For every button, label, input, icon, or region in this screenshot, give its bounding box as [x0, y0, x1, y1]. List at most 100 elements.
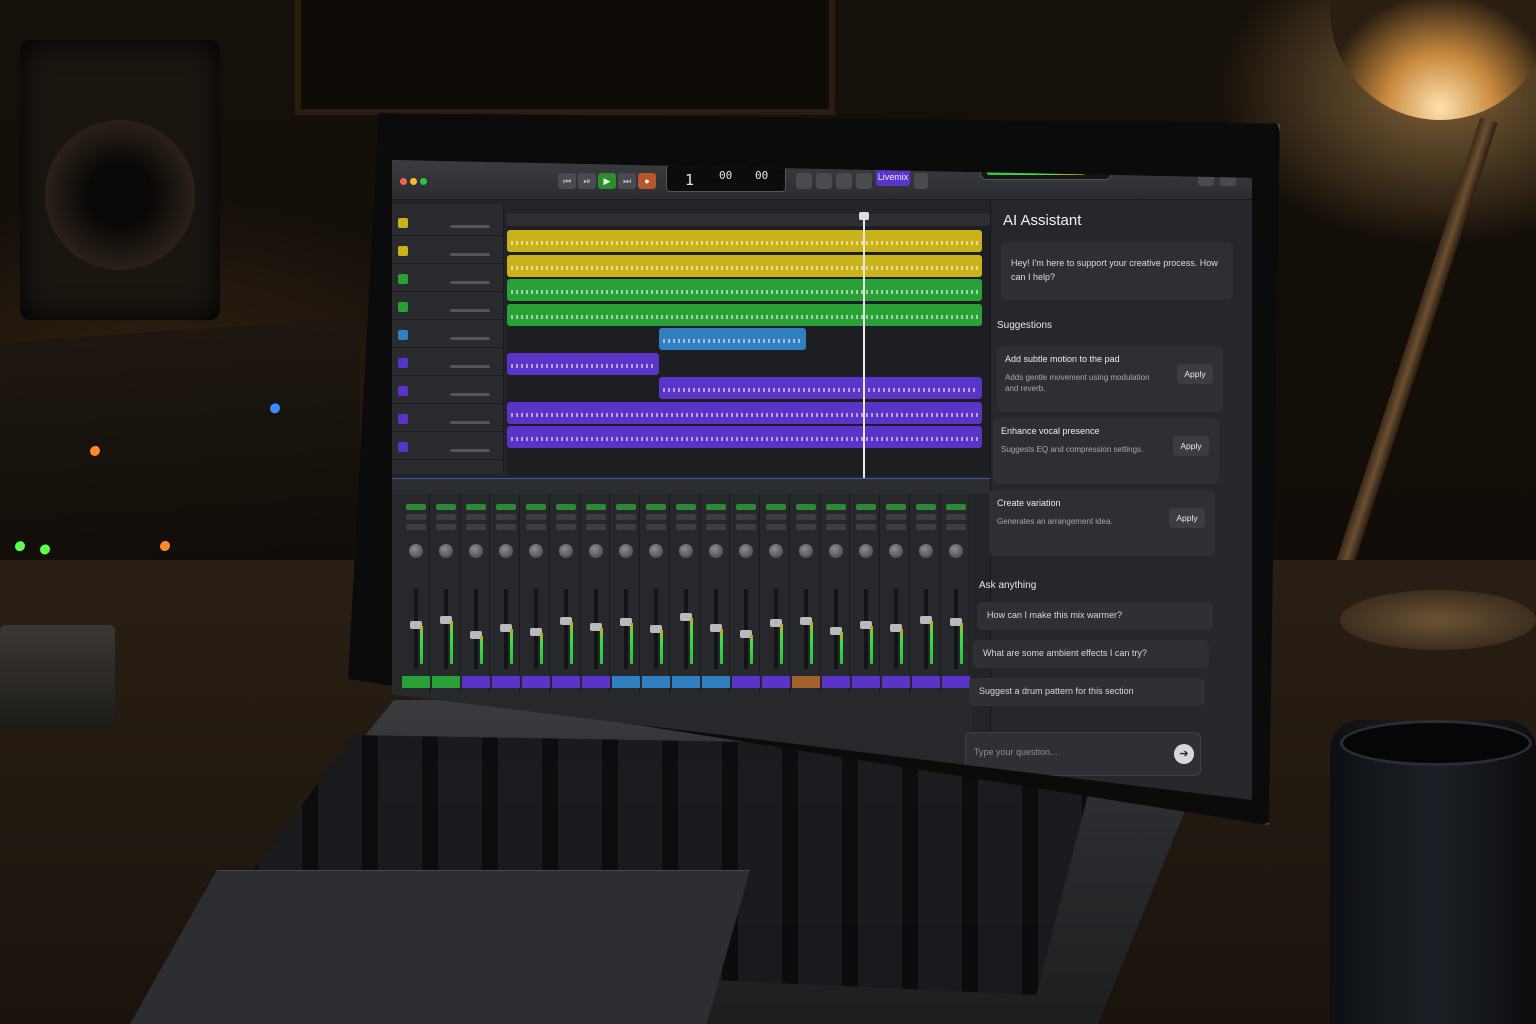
pan-knob[interactable] [859, 544, 873, 558]
track-header[interactable] [392, 296, 504, 320]
send-slot[interactable] [496, 524, 516, 530]
channel-name-tag[interactable] [672, 676, 700, 688]
pan-knob[interactable] [499, 544, 513, 558]
send-slot[interactable] [526, 524, 546, 530]
track-volume-slider[interactable] [450, 337, 490, 340]
prompt-chip[interactable]: What are some ambient effects I can try? [973, 640, 1209, 668]
track-header[interactable] [392, 324, 504, 348]
plugin-slot[interactable] [556, 514, 576, 520]
plugin-slot[interactable] [406, 504, 426, 510]
track-volume-slider[interactable] [450, 449, 490, 452]
channel-name-tag[interactable] [852, 676, 880, 688]
channel-name-tag[interactable] [912, 676, 940, 688]
lcd-display[interactable]: 1 00 00 [666, 164, 786, 192]
plugin-slot[interactable] [946, 514, 966, 520]
plugin-slot[interactable] [916, 514, 936, 520]
track-volume-slider[interactable] [450, 421, 490, 424]
channel-name-tag[interactable] [642, 676, 670, 688]
send-slot[interactable] [796, 524, 816, 530]
audio-region[interactable] [507, 230, 982, 252]
send-slot[interactable] [586, 524, 606, 530]
apply-button[interactable]: Apply [1169, 508, 1205, 528]
track-volume-slider[interactable] [450, 281, 490, 284]
audio-region[interactable] [507, 426, 982, 448]
plugin-slot[interactable] [766, 504, 786, 510]
plugin-slot[interactable] [586, 504, 606, 510]
plugin-slot[interactable] [916, 504, 936, 510]
suggestion-card[interactable]: Create variation Generates an arrangemen… [989, 490, 1215, 556]
track-header[interactable] [392, 436, 504, 460]
plugin-slot[interactable] [466, 514, 486, 520]
channel-name-tag[interactable] [432, 676, 460, 688]
send-slot[interactable] [826, 524, 846, 530]
send-slot[interactable] [946, 524, 966, 530]
channel-name-tag[interactable] [522, 676, 550, 688]
track-header[interactable] [392, 212, 504, 236]
tuner-icon[interactable] [914, 173, 928, 189]
playhead[interactable] [859, 212, 870, 486]
track-header[interactable] [392, 380, 504, 404]
send-slot[interactable] [556, 524, 576, 530]
track-volume-slider[interactable] [450, 225, 490, 228]
channel-name-tag[interactable] [492, 676, 520, 688]
plugin-slot[interactable] [556, 504, 576, 510]
channel-name-tag[interactable] [402, 676, 430, 688]
plugin-slot[interactable] [946, 504, 966, 510]
plugin-slot[interactable] [466, 504, 486, 510]
send-slot[interactable] [706, 524, 726, 530]
zoom-window-icon[interactable] [420, 178, 427, 185]
audio-region[interactable] [507, 254, 982, 277]
audio-region[interactable] [507, 401, 982, 424]
channel-name-tag[interactable] [942, 676, 970, 688]
plugin-slot[interactable] [436, 504, 456, 510]
plugin-slot[interactable] [646, 504, 666, 510]
plugin-slot[interactable] [526, 514, 546, 520]
send-arrow-icon[interactable]: ➔ [1174, 744, 1194, 764]
suggestion-card[interactable]: Add subtle motion to the pad Adds gentle… [997, 346, 1223, 412]
apply-button[interactable]: Apply [1177, 364, 1213, 384]
plugin-slot[interactable] [676, 504, 696, 510]
track-volume-slider[interactable] [450, 393, 490, 396]
stop-button[interactable]: ⏯ [578, 173, 596, 189]
audio-region[interactable] [507, 303, 982, 326]
channel-name-tag[interactable] [612, 676, 640, 688]
suggestion-card[interactable]: Enhance vocal presence Suggests EQ and c… [993, 418, 1219, 484]
pan-knob[interactable] [949, 544, 963, 558]
plugin-slot[interactable] [796, 504, 816, 510]
forward-button[interactable]: ⏭ [618, 173, 636, 189]
send-slot[interactable] [646, 524, 666, 530]
send-slot[interactable] [916, 524, 936, 530]
pan-knob[interactable] [709, 544, 723, 558]
track-volume-slider[interactable] [450, 253, 490, 256]
plugin-slot[interactable] [616, 514, 636, 520]
pan-knob[interactable] [589, 544, 603, 558]
pan-knob[interactable] [439, 544, 453, 558]
pan-knob[interactable] [469, 544, 483, 558]
plugin-slot[interactable] [646, 514, 666, 520]
channel-name-tag[interactable] [552, 676, 580, 688]
track-volume-slider[interactable] [450, 365, 490, 368]
prompt-chip[interactable]: How can I make this mix warmer? [977, 602, 1213, 630]
plugin-slot[interactable] [436, 514, 456, 520]
plugin-slot[interactable] [886, 514, 906, 520]
send-slot[interactable] [676, 524, 696, 530]
track-header[interactable] [392, 352, 504, 376]
pan-knob[interactable] [829, 544, 843, 558]
pan-knob[interactable] [559, 544, 573, 558]
pan-knob[interactable] [889, 544, 903, 558]
audio-region[interactable] [659, 377, 982, 399]
send-slot[interactable] [436, 524, 456, 530]
audio-region[interactable] [507, 279, 982, 301]
rewind-button[interactable]: ⏮ [558, 173, 576, 189]
plugin-slot[interactable] [496, 504, 516, 510]
send-slot[interactable] [766, 524, 786, 530]
pan-knob[interactable] [649, 544, 663, 558]
apply-button[interactable]: Apply [1173, 436, 1209, 456]
send-slot[interactable] [886, 524, 906, 530]
pan-knob[interactable] [769, 544, 783, 558]
channel-name-tag[interactable] [702, 676, 730, 688]
metronome-icon[interactable] [856, 173, 872, 189]
record-button[interactable]: ● [638, 173, 656, 189]
plugin-slot[interactable] [856, 504, 876, 510]
minimize-window-icon[interactable] [410, 178, 417, 185]
